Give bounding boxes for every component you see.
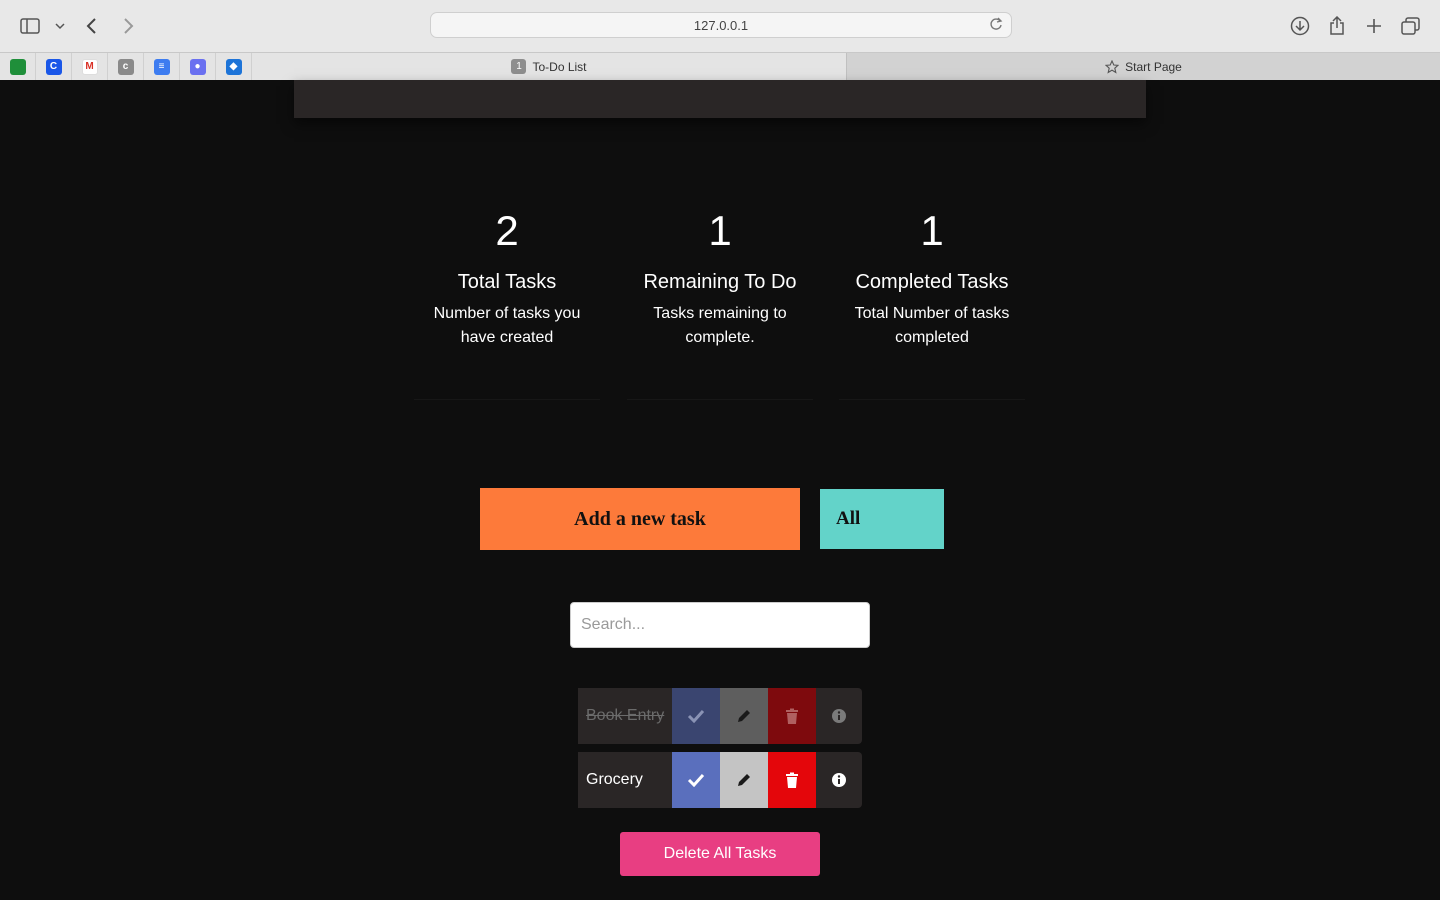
star-icon [1105, 59, 1120, 74]
stat-value: 2 [495, 207, 519, 254]
delete-button[interactable] [768, 752, 816, 808]
gmail-icon: M [81, 58, 98, 75]
stat-description: Tasks remaining to complete. [653, 305, 787, 346]
task-row: Book Entry [578, 688, 862, 744]
sidebar-toggle-icon[interactable] [18, 14, 42, 38]
discord-icon: ● [189, 58, 206, 75]
photos-icon [9, 58, 26, 75]
delete-all-button[interactable]: Delete All Tasks [620, 832, 820, 876]
stat-value: 1 [708, 207, 732, 254]
info-icon [832, 773, 846, 787]
favorite-item[interactable] [0, 53, 36, 80]
tab-overview-icon[interactable] [1399, 14, 1423, 38]
c-gray-icon: c [117, 58, 134, 75]
back-icon[interactable] [80, 14, 104, 38]
share-icon[interactable] [1325, 14, 1349, 38]
c-app-icon: C [45, 58, 62, 75]
tab-label: To-Do List [532, 59, 587, 74]
filter-select[interactable]: All [820, 489, 944, 549]
favorite-item[interactable]: c [108, 53, 144, 80]
check-icon [687, 709, 705, 723]
pencil-icon [738, 710, 750, 722]
edit-button[interactable] [720, 688, 768, 744]
stat-title: Completed Tasks [855, 271, 1009, 293]
complete-button[interactable] [672, 752, 720, 808]
stat-remaining: 1 Remaining To Do Tasks remaining to com… [627, 196, 813, 400]
address-bar[interactable]: 127.0.0.1 [430, 12, 1012, 38]
favorites-bar: C Mc ≡ ● ◆ [0, 53, 253, 80]
favorite-item[interactable]: C [36, 53, 72, 80]
task-name: Book Entry [578, 688, 672, 744]
header-band [294, 80, 1146, 118]
stat-description: Total Number of tasks completed [854, 305, 1010, 346]
forward-icon[interactable] [116, 14, 140, 38]
delete-button[interactable] [768, 688, 816, 744]
docs-icon: ≡ [153, 58, 170, 75]
favorite-item[interactable]: ● [180, 53, 216, 80]
task-name: Grocery [578, 752, 672, 808]
trash-icon [786, 708, 798, 724]
stat-completed: 1 Completed Tasks Total Number of tasks … [839, 196, 1025, 400]
tab-badge: 1 [511, 59, 527, 74]
new-tab-icon[interactable] [1362, 14, 1386, 38]
check-icon [687, 773, 705, 787]
codepen-icon: ◆ [225, 58, 242, 75]
trash-icon [786, 772, 798, 788]
tab-label: Start Page [1125, 59, 1182, 74]
favorite-item[interactable]: M [72, 53, 108, 80]
add-task-button[interactable]: Add a new task [480, 488, 800, 550]
edit-button[interactable] [720, 752, 768, 808]
stat-title: Remaining To Do [643, 271, 797, 293]
favorite-item[interactable]: ≡ [144, 53, 180, 80]
stat-value: 1 [920, 207, 944, 254]
info-icon [832, 709, 846, 723]
browser-toolbar: 127.0.0.1 [0, 0, 1440, 52]
task-row: Grocery [578, 752, 862, 808]
info-button[interactable] [816, 752, 862, 808]
info-button[interactable] [816, 688, 862, 744]
chevron-down-icon[interactable] [48, 14, 72, 38]
tab-start-page[interactable]: Start Page [846, 53, 1440, 80]
stat-total-tasks: 2 Total Tasks Number of tasks you have c… [414, 196, 600, 400]
stat-description: Number of tasks you have created [433, 305, 581, 346]
search-input[interactable] [570, 602, 870, 648]
url-text: 127.0.0.1 [693, 17, 749, 33]
pencil-icon [738, 774, 750, 786]
favorite-item[interactable]: ◆ [216, 53, 252, 80]
tab-todo-list[interactable]: 1 To-Do List [252, 53, 846, 80]
reload-icon[interactable] [989, 17, 1005, 33]
downloads-icon[interactable] [1288, 14, 1312, 38]
tab-bar: C Mc ≡ ● ◆ 1 To-Do List Start Page [0, 52, 1440, 80]
stat-title: Total Tasks [457, 271, 557, 293]
complete-button[interactable] [672, 688, 720, 744]
